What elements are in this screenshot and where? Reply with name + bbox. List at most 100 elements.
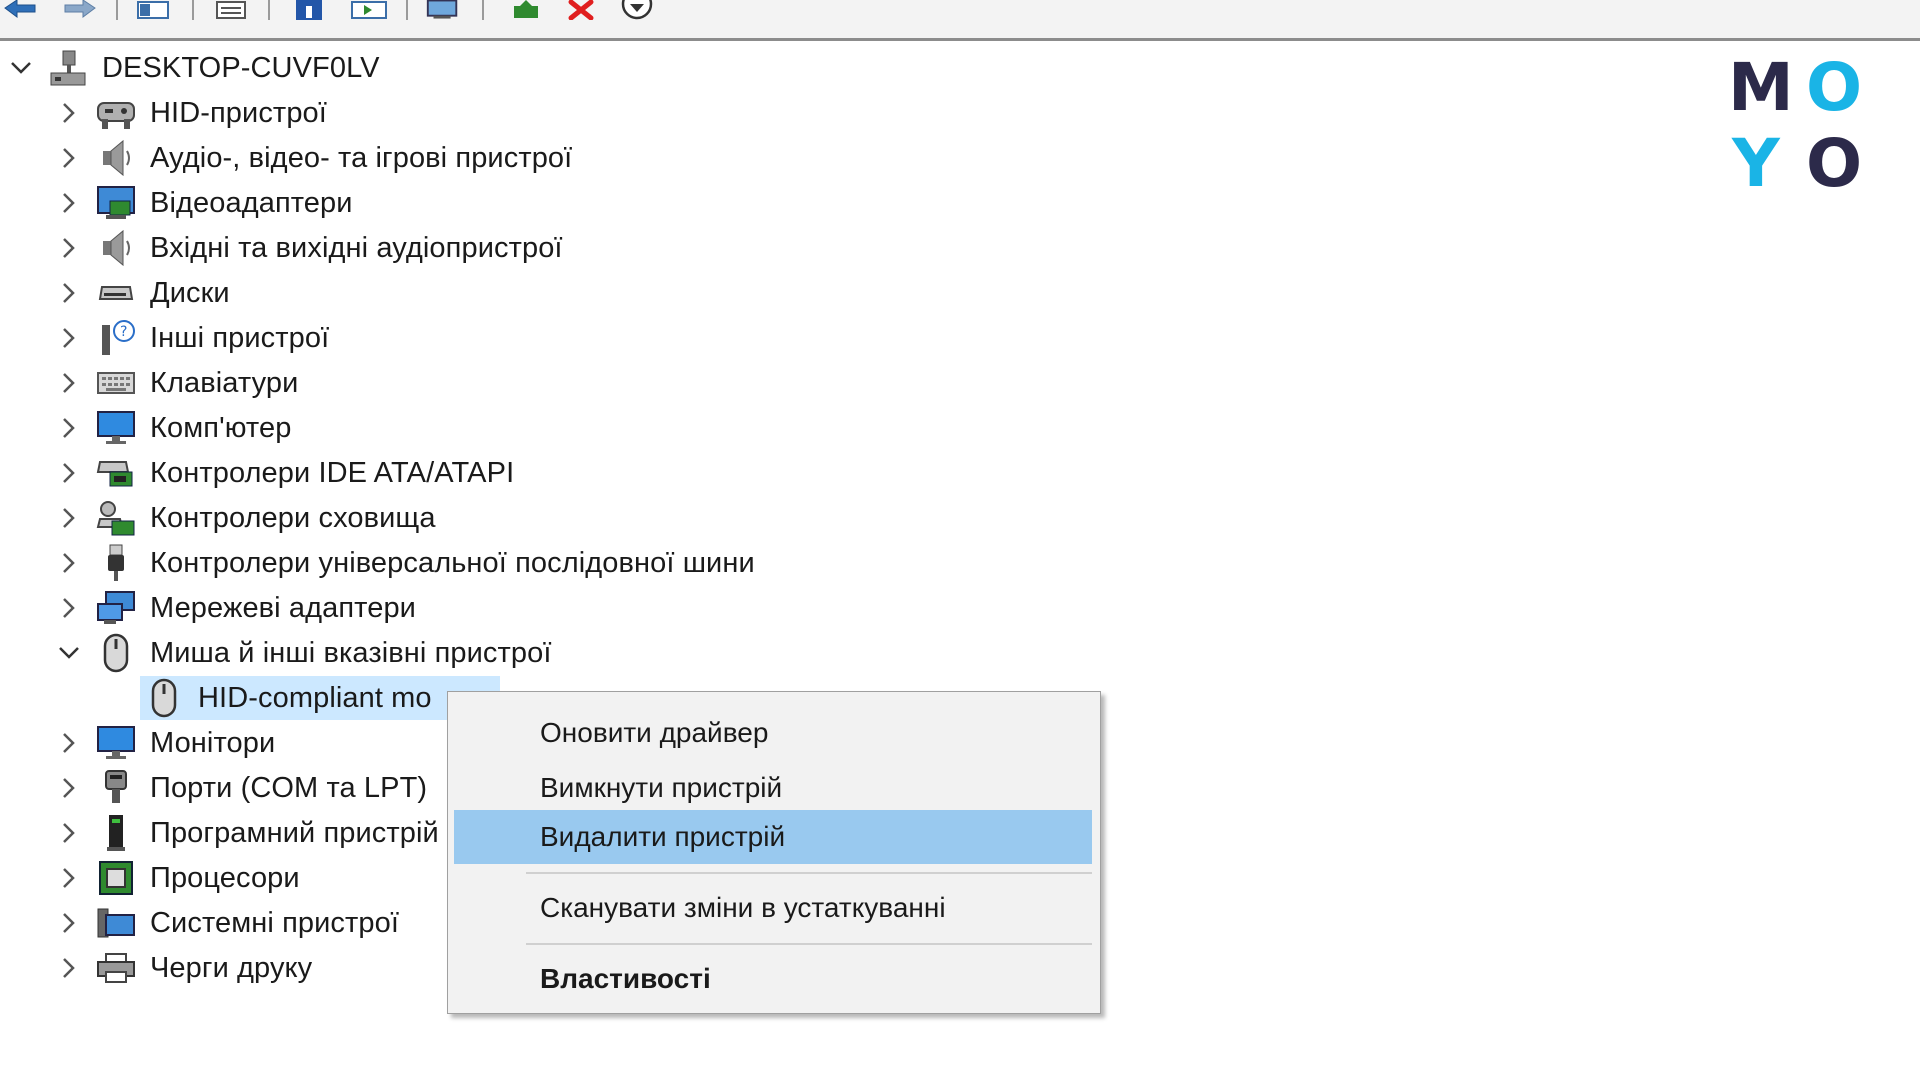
hid-device-icon (96, 93, 136, 133)
tree-item-label: Клавіатури (150, 367, 299, 399)
tree-item-label: Контролери сховища (150, 502, 436, 534)
chevron-down-icon[interactable] (8, 55, 34, 81)
chevron-right-icon[interactable] (56, 955, 82, 981)
menu-item-label: Властивості (540, 963, 711, 994)
chevron-right-icon[interactable] (56, 460, 82, 486)
monitor-icon (96, 723, 136, 763)
tree-item-label: HID-compliant mo (198, 682, 432, 714)
tree-item-label: Відеоадаптери (150, 187, 353, 219)
chevron-right-icon[interactable] (56, 190, 82, 216)
tree-item-label: Миша й інші вказівні пристрої (150, 637, 552, 669)
uninstall-red-x-icon[interactable] (562, 0, 600, 20)
usb-icon (96, 543, 136, 583)
tree-item-label: Програмний пристрій (150, 817, 439, 849)
mouse-icon (96, 633, 136, 673)
tree-item-label: HID-пристрої (150, 97, 327, 129)
logo-letter: M (1728, 49, 1794, 126)
tree-item-label: Системні пристрої (150, 907, 400, 939)
tree-item-label: Контролери IDE ATA/ATAPI (150, 457, 515, 489)
processor-icon (96, 858, 136, 898)
chevron-right-icon[interactable] (56, 550, 82, 576)
show-hide-tree-icon[interactable] (134, 0, 172, 20)
moyo-logo: M O Y O (1728, 49, 1868, 202)
menu-item-label: Сканувати зміни в устаткуванні (540, 892, 946, 923)
menu-item-disable-device[interactable]: Вимкнути пристрій (454, 762, 1092, 814)
display-adapter-icon (96, 183, 136, 223)
menu-item-update-driver[interactable]: Оновити драйвер (454, 707, 1092, 759)
chevron-right-icon[interactable] (56, 280, 82, 306)
tree-item-audio-inputs-outputs[interactable]: Вхідні та вихідні аудіопристрої (0, 226, 600, 270)
tree-item-display-adapters[interactable]: Відеоадаптери (0, 181, 400, 225)
tree-item-ide-controllers[interactable]: Контролери IDE ATA/ATAPI (0, 451, 550, 495)
tree-item-software-devices[interactable]: Програмний пристрій (0, 811, 440, 855)
chevron-right-icon[interactable] (56, 100, 82, 126)
tree-item-storage-controllers[interactable]: Контролери сховища (0, 496, 500, 540)
disable-device-icon[interactable] (618, 0, 656, 20)
tree-item-network-adapters[interactable]: Мережеві адаптери (0, 586, 450, 630)
menu-item-properties[interactable]: Властивості (454, 953, 1092, 1005)
menu-item-label: Видалити пристрій (540, 821, 786, 852)
speaker-icon (96, 138, 136, 178)
unknown-device-icon: ? (96, 318, 136, 358)
port-icon (96, 768, 136, 808)
svg-text:?: ? (120, 324, 127, 340)
menu-item-scan-hardware-changes[interactable]: Сканувати зміни в устаткуванні (454, 882, 1092, 934)
tree-item-other-devices[interactable]: ? Інші пристрої (0, 316, 400, 360)
chevron-right-icon[interactable] (56, 370, 82, 396)
speaker-icon (96, 228, 136, 268)
tree-item-processors[interactable]: Процесори (0, 856, 440, 900)
tree-root[interactable]: DESKTOP-CUVF0LV (0, 46, 400, 90)
tree-item-label: Комп'ютер (150, 412, 292, 444)
tree-item-usb-controllers[interactable]: Контролери універсальної послідовної шин… (0, 541, 800, 585)
chevron-right-icon[interactable] (56, 235, 82, 261)
tree-item-label: Аудіо-, відео- та ігрові пристрої (150, 142, 573, 174)
tree-item-computer[interactable]: Комп'ютер (0, 406, 350, 450)
tree-item-label: Монітори (150, 727, 276, 759)
tree-item-hid-compliant-mouse[interactable]: HID-compliant mo (0, 676, 500, 720)
tree-item-disk-drives[interactable]: Диски (0, 271, 300, 315)
chevron-right-icon[interactable] (56, 595, 82, 621)
scan-hardware-icon[interactable] (424, 0, 462, 20)
chevron-right-icon[interactable] (56, 505, 82, 531)
context-menu: Оновити драйвер Вимкнути пристрій Видали… (447, 691, 1101, 1014)
system-devices-icon (96, 903, 136, 943)
keyboard-icon (96, 363, 136, 403)
disk-drive-icon (96, 273, 136, 313)
tree-item-hid-devices[interactable]: HID-пристрої (0, 91, 400, 135)
software-device-icon (96, 813, 136, 853)
tree-item-audio-video-game[interactable]: Аудіо-, відео- та ігрові пристрої (0, 136, 600, 180)
logo-letter: O (1806, 125, 1863, 202)
tree-item-system-devices[interactable]: Системні пристрої (0, 901, 440, 945)
tree-item-label: Диски (150, 277, 230, 309)
ide-controller-icon (96, 453, 136, 493)
tree-item-mice-pointing-devices[interactable]: Миша й інші вказівні пристрої (0, 631, 600, 675)
computer-network-icon (48, 48, 88, 88)
logo-letter: O (1806, 49, 1863, 126)
chevron-right-icon[interactable] (56, 325, 82, 351)
back-arrow-icon[interactable] (2, 0, 40, 20)
chevron-right-icon[interactable] (56, 730, 82, 756)
chevron-down-icon[interactable] (56, 640, 82, 666)
mouse-icon (144, 678, 184, 718)
storage-controller-icon (96, 498, 136, 538)
forward-arrow-icon[interactable] (60, 0, 98, 20)
chevron-right-icon[interactable] (56, 415, 82, 441)
action-view-icon[interactable] (350, 0, 388, 20)
tree-item-keyboards[interactable]: Клавіатури (0, 361, 350, 405)
tree-item-ports[interactable]: Порти (COM та LPT) (0, 766, 440, 810)
tree-item-print-queues[interactable]: Черги друку (0, 946, 440, 990)
update-driver-icon[interactable] (508, 0, 546, 20)
properties-icon[interactable] (212, 0, 250, 20)
menu-item-label: Вимкнути пристрій (540, 772, 783, 803)
tree-item-label: Контролери універсальної послідовної шин… (150, 547, 755, 579)
printer-icon (96, 948, 136, 988)
menu-item-uninstall-device[interactable]: Видалити пристрій (454, 810, 1092, 864)
chevron-right-icon[interactable] (56, 820, 82, 846)
tree-item-monitors[interactable]: Монітори (0, 721, 440, 765)
help-icon[interactable] (290, 0, 328, 20)
chevron-right-icon[interactable] (56, 145, 82, 171)
logo-letter: Y (1732, 125, 1780, 202)
chevron-right-icon[interactable] (56, 910, 82, 936)
chevron-right-icon[interactable] (56, 865, 82, 891)
chevron-right-icon[interactable] (56, 775, 82, 801)
